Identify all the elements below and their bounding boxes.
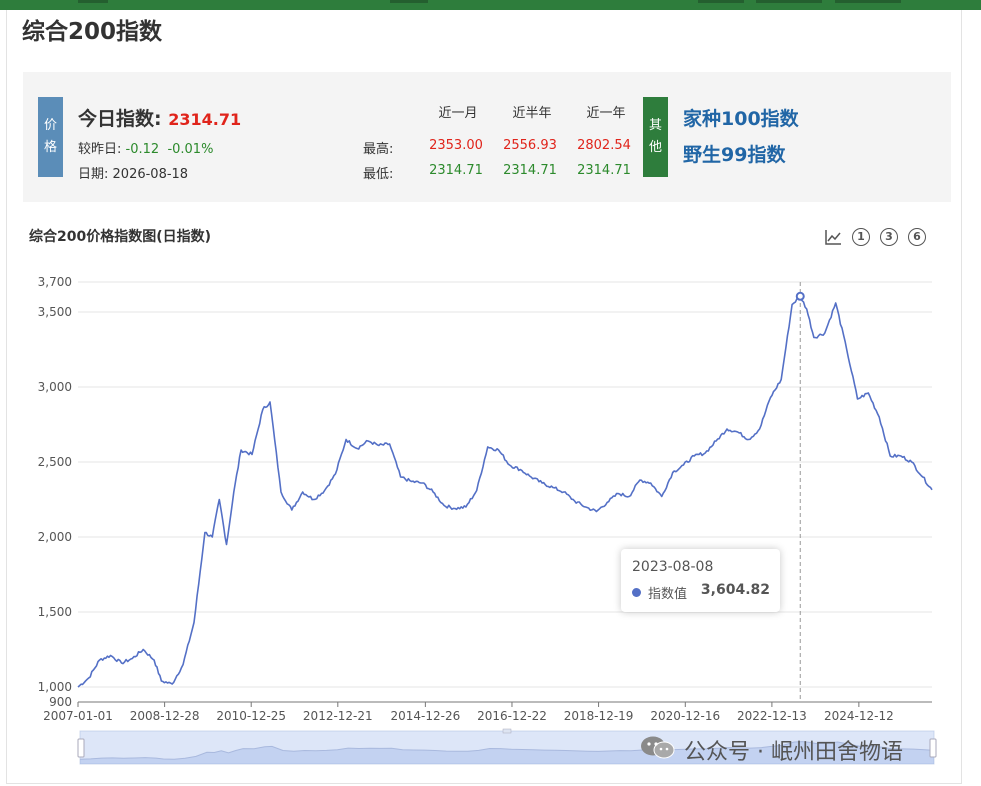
x-tick-label: 2010-12-25 xyxy=(216,709,286,723)
zoom-drag-bar[interactable] xyxy=(502,728,512,734)
x-tick-label: 2020-12-16 xyxy=(650,709,720,723)
x-tick-label: 2012-12-21 xyxy=(303,709,373,723)
y-tick-label: 1,500 xyxy=(38,605,72,619)
zoom-handle-left[interactable] xyxy=(77,738,85,758)
y-axis: 9001,000 1,500 2,000 2,500 3,000 3,500 3,700 xyxy=(38,275,72,709)
tooltip-series-name: 指数值 xyxy=(648,587,688,602)
watermark-text: 公众号 · 岷州田舍物语 xyxy=(684,740,903,765)
x-tick-label: 2024-12-12 xyxy=(824,709,894,723)
x-tick-label: 2008-12-28 xyxy=(130,709,200,723)
x-tick-label: 2014-12-26 xyxy=(390,709,460,723)
hover-point xyxy=(795,291,805,301)
wechat-icon xyxy=(641,736,675,759)
x-tick-label: 2022-12-13 xyxy=(737,709,807,723)
y-tick-label: 2,500 xyxy=(38,455,72,469)
tooltip: 2023-08-08 指数值 3,604.82 xyxy=(621,549,780,612)
watermark: 公众号 · 岷州田舍物语 xyxy=(640,733,950,765)
y-tick-label: 1,000 xyxy=(38,680,72,694)
x-tick-label: 2007-01-01 xyxy=(43,709,113,723)
y-tick-label: 900 xyxy=(49,695,72,709)
y-tick-label: 3,500 xyxy=(38,305,72,319)
index-line-chart[interactable]: 9001,000 1,500 2,000 2,500 3,000 3,500 3,700 2… xyxy=(0,0,981,786)
series-line-index xyxy=(77,295,933,688)
y-tick-label: 3,700 xyxy=(38,275,72,289)
tooltip-pointer xyxy=(795,282,805,702)
tooltip-value: 3,604.82 xyxy=(700,582,770,598)
series-layer xyxy=(77,295,933,688)
x-axis: 2007-01-01 2008-12-28 2010-12-25 2012-12-21… xyxy=(43,701,932,723)
chart-grid xyxy=(78,281,932,688)
tooltip-date: 2023-08-08 xyxy=(632,559,714,575)
tooltip-series-dot xyxy=(632,588,641,597)
x-tick-label: 2016-12-22 xyxy=(477,709,547,723)
y-tick-label: 2,000 xyxy=(38,530,72,544)
x-tick-label: 2018-12-19 xyxy=(564,709,634,723)
y-tick-label: 3,000 xyxy=(38,380,72,394)
